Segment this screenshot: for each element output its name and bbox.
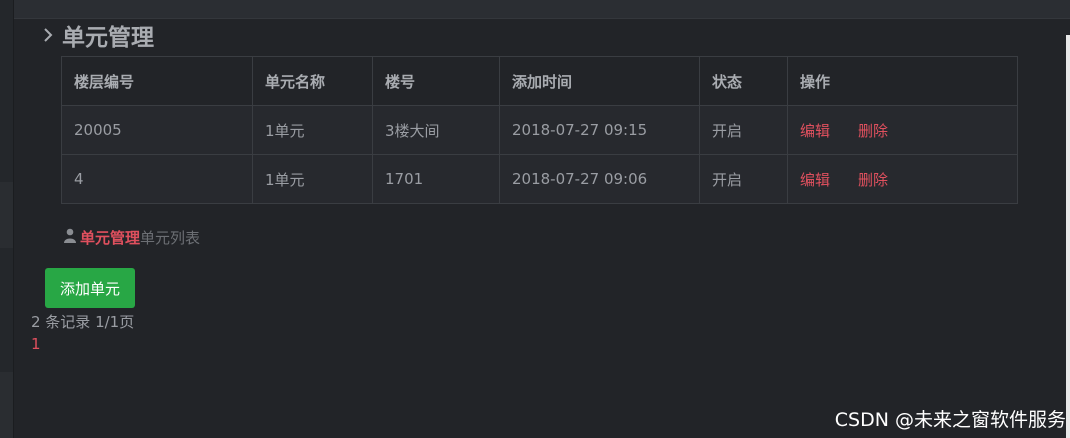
page-number-link[interactable]: 1 [31, 335, 41, 353]
status-cell: 开启 [699, 154, 788, 204]
column-header: 单元名称 [252, 56, 373, 106]
edit-link[interactable]: 编辑 [800, 122, 830, 140]
status-cell: 开启 [699, 105, 788, 155]
unit-table: 楼层编号 单元名称 楼号 添加时间 状态 操作 20005 1单元 3楼大间 2… [61, 56, 1018, 204]
breadcrumb: 单元管理 单元列表 [64, 226, 200, 248]
column-header: 添加时间 [499, 56, 700, 106]
added-time-cell: 2018-07-27 09:06 [499, 154, 700, 204]
floor-number-cell: 4 [61, 154, 253, 204]
chevron-right-icon [42, 18, 62, 52]
divider [13, 0, 14, 438]
page-header: 单元管理 [42, 18, 154, 52]
gutter-block [0, 182, 13, 248]
scrollbar-track[interactable] [1066, 35, 1070, 438]
breadcrumb-active[interactable]: 单元管理 [80, 227, 140, 248]
breadcrumb-current: 单元列表 [140, 228, 201, 247]
column-header: 楼层编号 [61, 56, 253, 106]
actions-cell: 编辑 删除 [787, 154, 1018, 204]
floor-number-cell: 20005 [61, 105, 253, 155]
user-icon [64, 228, 76, 247]
page-title: 单元管理 [62, 25, 154, 51]
building-cell: 3楼大间 [372, 105, 500, 155]
building-cell: 1701 [372, 154, 500, 204]
table-header-row: 楼层编号 单元名称 楼号 添加时间 状态 操作 [61, 56, 1018, 106]
column-header: 操作 [787, 56, 1018, 106]
left-gutter [0, 0, 13, 438]
actions-cell: 编辑 删除 [787, 105, 1018, 155]
table-row: 4 1单元 1701 2018-07-27 09:06 开启 编辑 删除 [61, 154, 1018, 204]
record-count: 2 条记录 1/1页 [31, 313, 135, 331]
edit-link[interactable]: 编辑 [800, 171, 830, 189]
top-bar [0, 0, 1070, 19]
added-time-cell: 2018-07-27 09:15 [499, 105, 700, 155]
column-header: 楼号 [372, 56, 500, 106]
delete-link[interactable]: 删除 [858, 122, 888, 140]
add-unit-button[interactable]: 添加单元 [45, 268, 135, 308]
table-row: 20005 1单元 3楼大间 2018-07-27 09:15 开启 编辑 删除 [61, 105, 1018, 155]
column-header: 状态 [699, 56, 788, 106]
unit-name-cell: 1单元 [252, 154, 373, 204]
unit-name-cell: 1单元 [252, 105, 373, 155]
gutter-block [0, 372, 13, 438]
delete-link[interactable]: 删除 [858, 171, 888, 189]
watermark: CSDN @未来之窗软件服务 [834, 409, 1066, 431]
